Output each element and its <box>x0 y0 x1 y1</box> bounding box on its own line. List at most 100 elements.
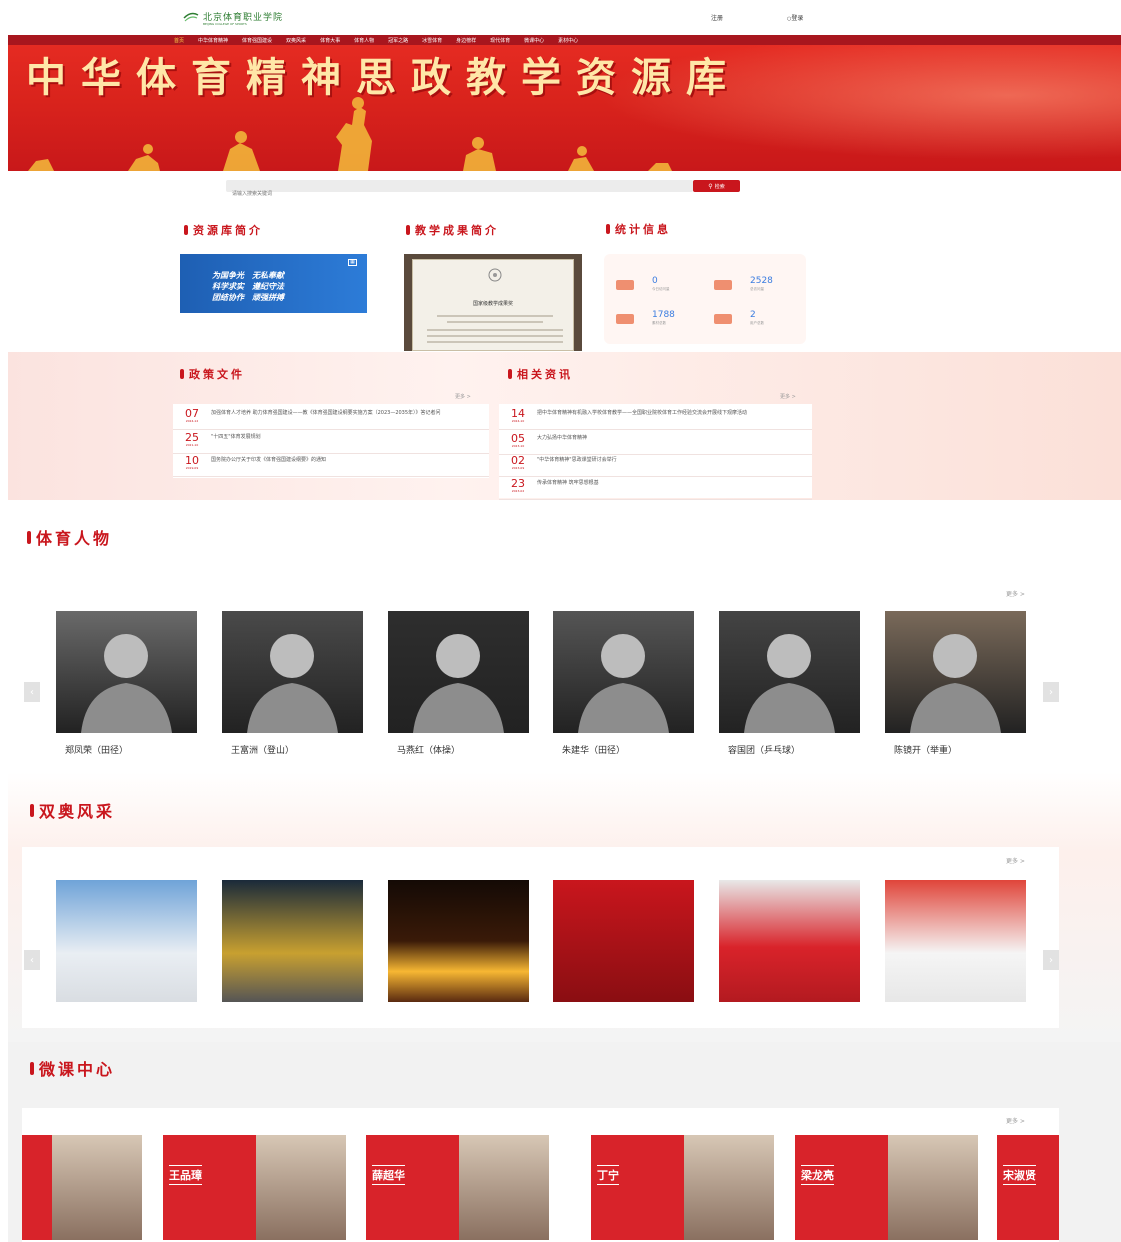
policy-more-link[interactable]: 更多 > <box>455 393 471 400</box>
search-button-label: 检索 <box>714 183 725 190</box>
stat-label: 用户总数 <box>750 321 764 325</box>
micro-course-name: 薛超华 <box>372 1165 405 1185</box>
nav-item[interactable]: 双奥风采 <box>286 37 306 44</box>
search-button[interactable]: ⚲ 检索 <box>693 180 740 192</box>
news-divider <box>499 499 812 500</box>
news-divider <box>173 476 489 477</box>
figures-prev-arrow[interactable]: ‹ <box>24 682 40 702</box>
news-day: 25 <box>185 431 199 444</box>
micro-course-card[interactable] <box>22 1135 142 1240</box>
athletes-parade-photo[interactable] <box>222 880 363 1002</box>
olympics-next-arrow[interactable]: › <box>1043 950 1059 970</box>
figures-more-link[interactable]: 更多 > <box>1006 589 1025 598</box>
nav-item[interactable]: 身边榜样 <box>456 37 476 44</box>
figure-name[interactable]: 郑凤荣（田径） <box>65 743 128 756</box>
news-row[interactable]: 23 2023-02 传承体育精神 筑牢思想根基 <box>499 478 812 493</box>
micro-course-photo <box>256 1135 346 1240</box>
news-row[interactable]: 02 2023-09 "中华体育精神"思政课堂研讨会举行 <box>499 455 812 470</box>
micro-course-card[interactable]: 梁龙亮 <box>795 1135 978 1240</box>
nav-item[interactable]: 体育人物 <box>354 37 374 44</box>
figures-next-arrow[interactable]: › <box>1043 682 1059 702</box>
top-bar: 北京体育职业学院 BEIJING COLLEGE OF SPORTS 注册 ○登… <box>0 0 1121 35</box>
search-input[interactable] <box>226 188 693 200</box>
figure-photo[interactable] <box>719 611 860 733</box>
news-date: 02 2023-09 <box>499 455 537 470</box>
figure-photo[interactable] <box>56 611 197 733</box>
figure-name[interactable]: 容国团（乒乓球） <box>728 743 800 756</box>
figure-name[interactable]: 朱建华（田径） <box>562 743 625 756</box>
figure-photo[interactable] <box>388 611 529 733</box>
nav-item[interactable]: 冰雪体育 <box>422 37 442 44</box>
nav-item[interactable]: 微课中心 <box>524 37 544 44</box>
olympics-prev-arrow[interactable]: ‹ <box>24 950 40 970</box>
freestyle-skier-photo[interactable] <box>885 880 1026 1002</box>
figure-photo[interactable] <box>222 611 363 733</box>
person-silhouette <box>578 634 669 733</box>
news-row[interactable]: 25 2021-10 "十四五"体育发展规划 <box>173 432 489 447</box>
micro-more-link[interactable]: 更多 > <box>1006 1116 1025 1125</box>
stat-value: 0 <box>652 276 658 286</box>
login-link[interactable]: ○登录 <box>787 13 803 22</box>
figure-name[interactable]: 陈镜开（举重） <box>894 743 957 756</box>
micro-course-photo <box>52 1135 142 1240</box>
figure-photo[interactable] <box>553 611 694 733</box>
micro-section-title: 微课中心 <box>39 1060 116 1079</box>
nav-item[interactable]: 首页 <box>174 37 184 44</box>
register-link[interactable]: 注册 <box>711 13 723 22</box>
news-divider <box>173 429 489 430</box>
news-divider <box>499 476 812 477</box>
news-row[interactable]: 14 2024-10 把中华体育精神有机融入学校体育教学——全国职业院校体育工作经验… <box>499 408 812 423</box>
achievement-certificate-image[interactable]: 国家级教学成果奖 <box>404 254 582 351</box>
logo-subtitle: BEIJING COLLEGE OF SPORTS <box>203 22 247 26</box>
stat-value: 1788 <box>652 310 675 320</box>
micro-course-card[interactable]: 宋淑贤 <box>997 1135 1059 1240</box>
speed-skating-photo[interactable] <box>56 880 197 1002</box>
news-row[interactable]: 07 2024-12 加强体育人才培养 助力体育强国建设——教《体育强国建设纲要实施… <box>173 408 489 423</box>
nav-item[interactable]: 中华体育精神 <box>198 37 228 44</box>
stats-section-header: 统计信息 <box>606 221 671 237</box>
delegation-celebration-photo[interactable] <box>719 880 860 1002</box>
person-silhouette <box>81 634 172 733</box>
achievement-section-header: 教学成果简介 <box>406 222 499 238</box>
nav-item[interactable]: 现代体育 <box>490 37 510 44</box>
achievement-section-title: 教学成果简介 <box>415 224 499 237</box>
micro-course-name: 宋淑贤 <box>1003 1165 1036 1185</box>
stat-value: 2528 <box>750 276 773 286</box>
micro-course-name: 丁宁 <box>597 1165 619 1185</box>
nav-item[interactable]: 冠军之路 <box>388 37 408 44</box>
news-day: 10 <box>185 454 199 467</box>
micro-course-card[interactable]: 丁宁 <box>591 1135 774 1240</box>
micro-course-card[interactable]: 王品璋 <box>163 1135 346 1240</box>
logo-icon <box>183 12 199 22</box>
intro-line-1: 为国争光 无私奉献 <box>212 271 284 280</box>
certificate-paper: 国家级教学成果奖 <box>412 259 574 351</box>
intro-image[interactable]: 为国争光 无私奉献 科学求实 遵纪守法 团结协作 顽强拼搏 ▦ <box>180 254 367 313</box>
olympics-more-link[interactable]: 更多 > <box>1006 856 1025 865</box>
nav-item[interactable]: 素材中心 <box>558 37 578 44</box>
figure-photo[interactable] <box>885 611 1026 733</box>
news-title: 大力弘扬中华体育精神 <box>537 435 588 441</box>
news-date: 07 2024-12 <box>173 408 211 423</box>
stats-section-title: 统计信息 <box>615 223 671 236</box>
hero-banner: 中华体育精神思政教学资源库 <box>8 45 1121 171</box>
news-date: 25 2021-10 <box>173 432 211 447</box>
micro-course-card[interactable]: 薛超华 <box>366 1135 549 1240</box>
logo-text: 北京体育职业学院 <box>203 12 284 23</box>
news-day: 14 <box>511 407 525 420</box>
expand-icon[interactable]: ▦ <box>348 259 357 266</box>
news-row[interactable]: 05 2023-10 大力弘扬中华体育精神 <box>499 433 812 448</box>
figure-name[interactable]: 王富洲（登山） <box>231 743 294 756</box>
figure-name[interactable]: 马燕红（体操） <box>397 743 460 756</box>
nav-item[interactable]: 体育强国建设 <box>242 37 272 44</box>
micro-course-photo <box>459 1135 549 1240</box>
news-list: 14 2024-10 把中华体育精神有机融入学校体育教学——全国职业院校体育工作经验… <box>499 404 812 500</box>
news-more-link[interactable]: 更多 > <box>780 393 796 400</box>
beijing-2008-emblem-photo[interactable] <box>553 880 694 1002</box>
torch-cauldron-photo[interactable] <box>388 880 529 1002</box>
micro-course-photo <box>684 1135 774 1240</box>
stat-label: 素材总数 <box>652 321 666 325</box>
nav-item[interactable]: 体育大事 <box>320 37 340 44</box>
certificate-title: 国家级教学成果奖 <box>472 301 513 307</box>
site-logo[interactable]: 北京体育职业学院 <box>183 9 283 23</box>
news-row[interactable]: 10 2019-09 国务院办公厅关于印发《体育强国建设纲要》的通知 <box>173 455 489 470</box>
